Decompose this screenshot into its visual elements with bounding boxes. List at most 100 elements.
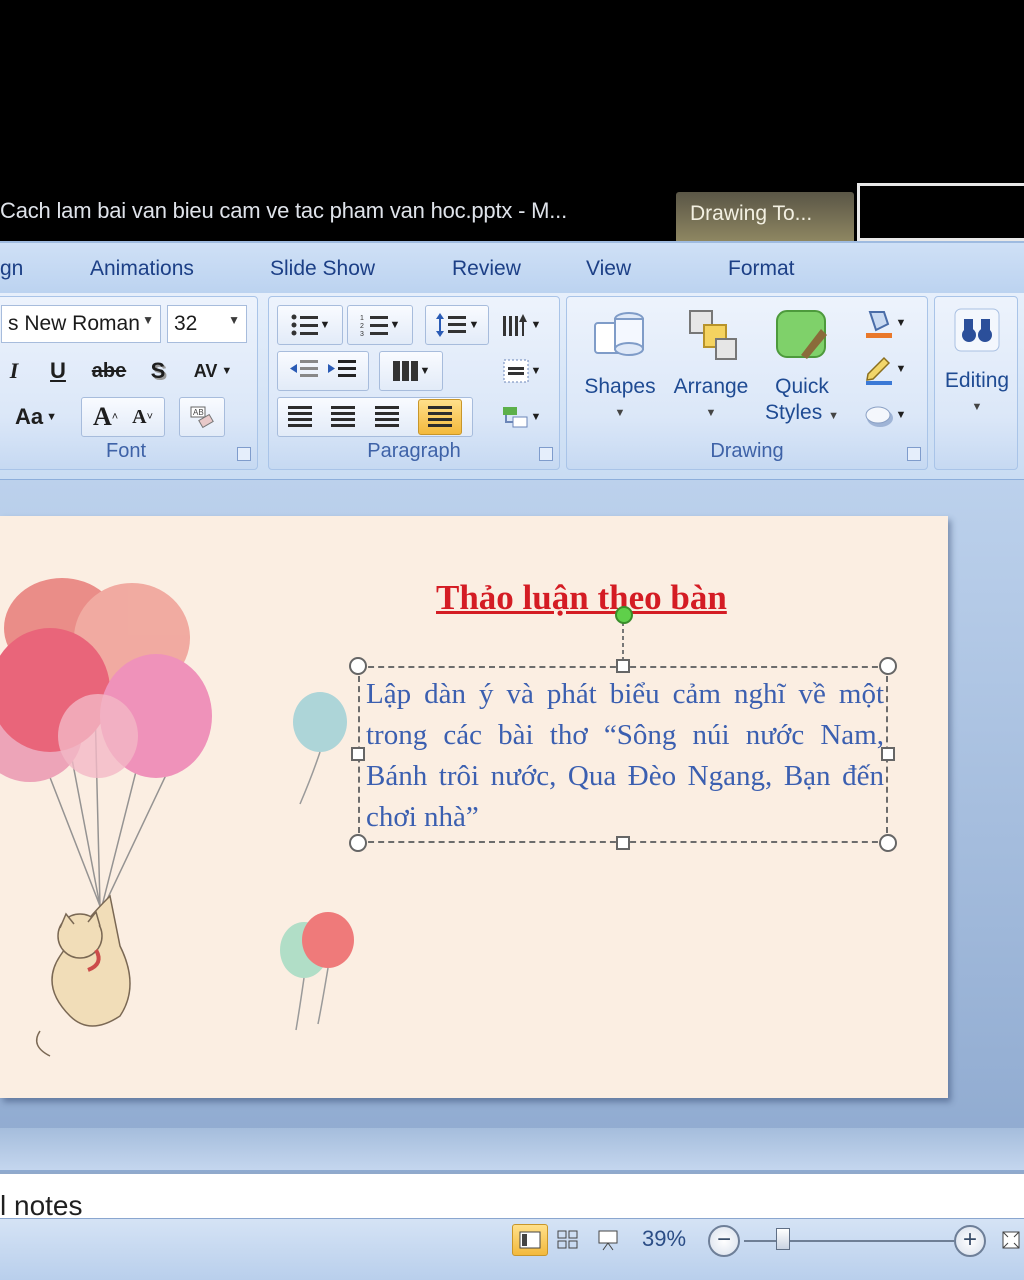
- resize-handle-bottom-left[interactable]: [349, 834, 367, 852]
- bullets-button[interactable]: ▼: [277, 305, 343, 345]
- align-text-icon: [503, 359, 529, 383]
- resize-handle-bottom-right[interactable]: [879, 834, 897, 852]
- zoom-slider-thumb[interactable]: [776, 1228, 790, 1250]
- justify-button[interactable]: [418, 399, 463, 435]
- alignment-buttons: [277, 397, 473, 437]
- shape-effects-button[interactable]: ▼: [851, 395, 917, 435]
- resize-handle-top-left[interactable]: [349, 657, 367, 675]
- tab-slide-show[interactable]: Slide Show: [270, 257, 375, 281]
- chevron-down-icon: ▼: [895, 363, 907, 375]
- chevron-down-icon: ▼: [530, 365, 542, 377]
- quick-label: Quick: [775, 375, 829, 398]
- drawing-tools-context-tab[interactable]: Drawing To...: [676, 192, 854, 242]
- window-controls-area: [857, 183, 1024, 241]
- paragraph-group: ▼ 1 2 3 ▼ ▼ ▼ ▼ ▼ ▼ Paragraph: [268, 296, 560, 470]
- zoom-out-button[interactable]: −: [708, 1225, 740, 1257]
- editing-button[interactable]: Editing ▼: [935, 305, 1019, 420]
- resize-handle-right[interactable]: [881, 747, 895, 761]
- quick-styles-icon: [776, 310, 827, 359]
- font-group: s New Roman ▼ 32 ▼ I U abe S AV ▼ Aa ▼ A…: [0, 296, 258, 470]
- slide-title[interactable]: Thảo luận theo bàn: [436, 578, 727, 618]
- text-direction-button[interactable]: ▼: [493, 305, 549, 345]
- chevron-down-icon: ▼: [828, 410, 839, 422]
- slide-show-button[interactable]: [590, 1224, 626, 1256]
- zoom-level[interactable]: 39%: [642, 1226, 686, 1252]
- increase-indent-icon[interactable]: [326, 358, 358, 384]
- text-shadow-button[interactable]: S: [143, 351, 173, 391]
- slide-sorter-icon: [557, 1230, 578, 1249]
- align-right-icon[interactable]: [374, 406, 399, 428]
- change-case-label: Aa: [14, 404, 44, 429]
- align-center-icon[interactable]: [331, 406, 356, 428]
- align-text-button[interactable]: ▼: [493, 351, 549, 391]
- slide-sorter-button[interactable]: [550, 1224, 586, 1256]
- grow-arrow-icon: ˄: [111, 411, 119, 423]
- shape-outline-button[interactable]: ▼: [851, 349, 917, 389]
- clear-formatting-button[interactable]: AB: [179, 397, 225, 437]
- paragraph-group-label: Paragraph: [367, 440, 461, 462]
- shrink-arrow-icon: ˅: [146, 411, 154, 423]
- rotation-handle[interactable]: [615, 606, 633, 624]
- chevron-down-icon: ▼: [530, 411, 542, 423]
- font-size-value: 32: [174, 312, 198, 335]
- justify-icon: [428, 406, 453, 428]
- columns-button[interactable]: ▼: [379, 351, 443, 391]
- line-spacing-button[interactable]: ▼: [425, 305, 489, 345]
- chevron-down-icon: ▼: [46, 411, 57, 423]
- svg-text:2: 2: [360, 323, 364, 330]
- resize-handle-top[interactable]: [616, 659, 630, 673]
- styles-text: Styles: [765, 401, 823, 424]
- bullets-icon: [291, 314, 318, 336]
- normal-view-button[interactable]: [512, 1224, 548, 1256]
- character-spacing-button[interactable]: AV ▼: [185, 351, 241, 391]
- tab-animations[interactable]: Animations: [90, 257, 194, 281]
- change-case-button[interactable]: Aa ▼: [1, 397, 71, 437]
- rotation-guide: [622, 622, 624, 664]
- tab-design[interactable]: gn: [0, 257, 23, 281]
- ribbon-tab-row: gn Animations Slide Show Review View For…: [0, 241, 1024, 293]
- font-name-combo[interactable]: s New Roman ▼: [1, 305, 161, 343]
- align-left-icon[interactable]: [287, 406, 312, 428]
- tab-view[interactable]: View: [586, 257, 631, 281]
- font-size-combo[interactable]: 32 ▼: [167, 305, 247, 343]
- zoom-in-button[interactable]: +: [954, 1225, 986, 1257]
- chevron-down-icon: ▼: [614, 407, 626, 419]
- chevron-down-icon: ▼: [530, 319, 542, 331]
- strikethrough-button[interactable]: abe: [87, 351, 131, 391]
- resize-handle-top-right[interactable]: [879, 657, 897, 675]
- tab-format[interactable]: Format: [728, 257, 795, 281]
- notes-pane[interactable]: [0, 1172, 1024, 1222]
- chevron-down-icon: ▼: [895, 317, 907, 329]
- arrange-button[interactable]: Arrange ▼: [667, 305, 755, 426]
- editing-group: Editing ▼: [934, 296, 1018, 470]
- notes-splitter[interactable]: [0, 1128, 1024, 1170]
- resize-handle-bottom[interactable]: [616, 836, 630, 850]
- text-box-content[interactable]: Lập dàn ý và phát biểu cảm nghĩ về một t…: [366, 674, 884, 838]
- fit-to-window-button[interactable]: [998, 1224, 1024, 1256]
- shape-effects-icon: [865, 406, 893, 427]
- character-spacing-label: AV: [193, 360, 218, 381]
- line-spacing-icon: [435, 313, 466, 337]
- font-size-buttons: A ˄ A ˅: [81, 397, 165, 437]
- smartart-icon: [502, 407, 528, 428]
- shapes-button[interactable]: Shapes ▼: [575, 305, 665, 426]
- projector-screen-icon: [598, 1230, 618, 1251]
- italic-button[interactable]: I: [1, 351, 27, 391]
- paragraph-dialog-launcher[interactable]: [539, 447, 553, 461]
- smartart-button[interactable]: ▼: [493, 397, 549, 437]
- shape-fill-button[interactable]: ▼: [851, 303, 917, 343]
- decrease-indent-icon[interactable]: [288, 358, 320, 384]
- chevron-down-icon: ▼: [142, 313, 154, 327]
- shrink-font-button[interactable]: A: [132, 406, 146, 429]
- numbering-button[interactable]: 1 2 3 ▼: [347, 305, 413, 345]
- pencil-icon: [865, 356, 892, 385]
- drawing-dialog-launcher[interactable]: [907, 447, 921, 461]
- fit-window-icon: [1002, 1231, 1020, 1249]
- grow-font-button[interactable]: A: [93, 402, 112, 432]
- font-dialog-launcher[interactable]: [237, 447, 251, 461]
- window-title: Cach lam bai van bieu cam ve tac pham va…: [0, 198, 567, 223]
- resize-handle-left[interactable]: [351, 747, 365, 761]
- quick-styles-button[interactable]: Quick Styles ▼: [759, 305, 845, 429]
- tab-review[interactable]: Review: [452, 257, 521, 281]
- underline-button[interactable]: U: [41, 351, 75, 391]
